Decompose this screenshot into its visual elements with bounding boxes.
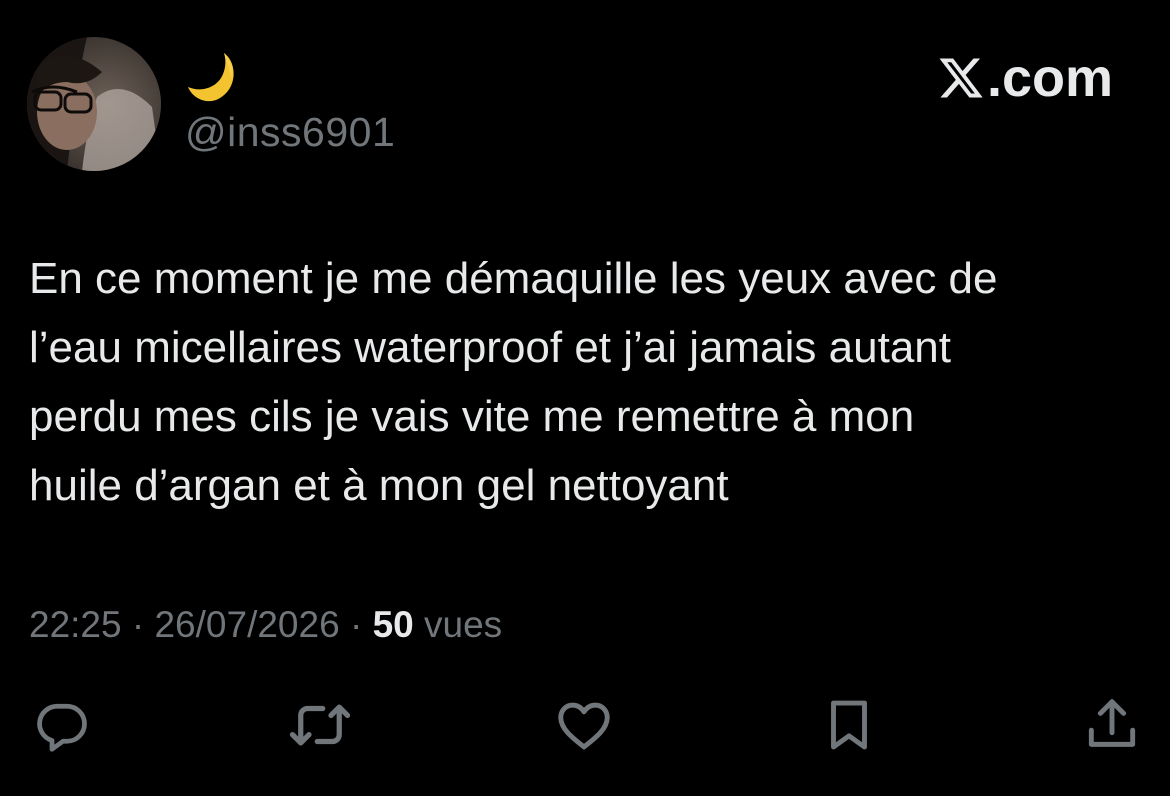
brand-logo: .com xyxy=(937,46,1113,110)
bookmark-icon xyxy=(831,700,867,750)
separator: · xyxy=(339,604,373,645)
reply-icon xyxy=(37,703,87,752)
brand-text: .com xyxy=(986,48,1113,108)
display-name[interactable] xyxy=(186,47,246,107)
avatar-photo xyxy=(27,37,161,171)
avatar[interactable] xyxy=(27,37,161,171)
heart-icon xyxy=(558,702,610,750)
crescent-moon-icon xyxy=(188,53,234,102)
like-button[interactable] xyxy=(549,690,619,760)
share-button[interactable] xyxy=(1077,690,1147,760)
tweet-text: En ce moment je me démaquille les yeux a… xyxy=(29,244,1149,520)
share-icon xyxy=(1088,699,1136,747)
tweet-line: En ce moment je me démaquille les yeux a… xyxy=(29,254,998,303)
tweet-line: huile d’argan et à mon gel nettoyant xyxy=(29,461,729,510)
tweet-date[interactable]: 26/07/2026 xyxy=(154,604,339,645)
bookmark-button[interactable] xyxy=(814,690,884,760)
tweet-meta: 22:25 · 26/07/2026 · 50 vues xyxy=(29,600,502,650)
reply-button[interactable] xyxy=(27,690,97,760)
tweet-line: l’eau micellaires waterproof et j’ai jam… xyxy=(29,323,951,372)
separator: · xyxy=(121,604,155,645)
x-logo-icon xyxy=(939,58,983,98)
action-bar xyxy=(0,690,1170,770)
views-count: 50 xyxy=(372,604,414,645)
tweet-time[interactable]: 22:25 xyxy=(29,604,122,645)
user-handle[interactable]: @inss6901 xyxy=(185,108,395,156)
tweet-line: perdu mes cils je vais vite me remettre … xyxy=(29,392,915,441)
retweet-button[interactable] xyxy=(285,690,355,760)
retweet-icon xyxy=(289,704,351,746)
views-label: vues xyxy=(413,604,503,645)
